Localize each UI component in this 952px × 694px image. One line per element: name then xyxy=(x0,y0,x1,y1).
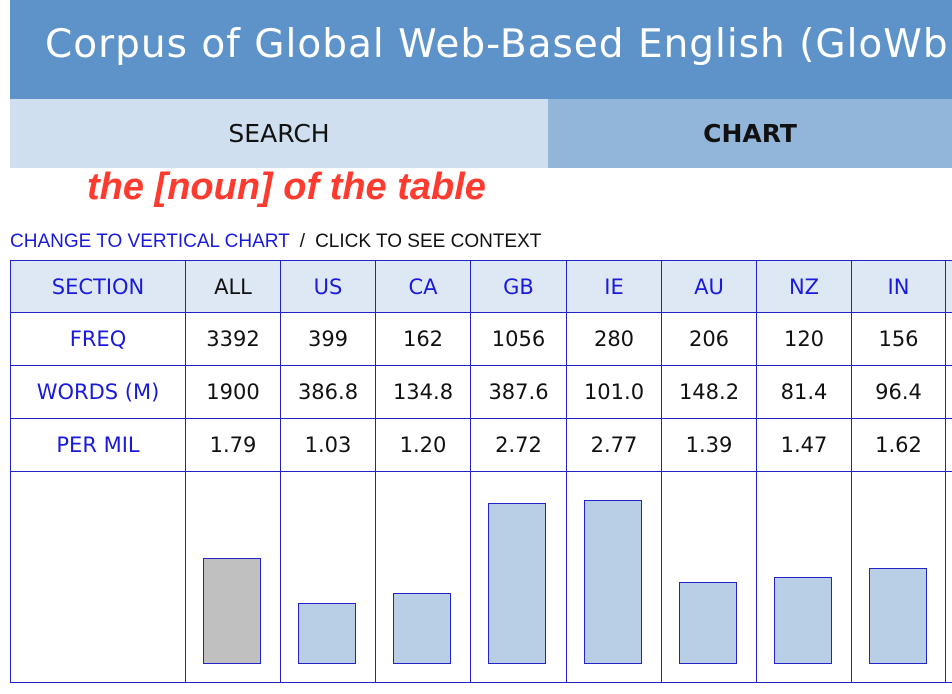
bar-cell-all xyxy=(185,471,281,683)
words-cell-nz: 81.4 xyxy=(756,365,852,419)
words-cell-overflow xyxy=(945,365,952,419)
permil-cell-ie: 2.77 xyxy=(566,418,662,472)
bar-cell-nz xyxy=(756,471,852,683)
section-cell-nz[interactable]: NZ xyxy=(756,260,852,313)
words-cell-ie: 101.0 xyxy=(566,365,662,419)
bar-label-cell xyxy=(10,471,186,683)
site-title[interactable]: Corpus of Global Web-Based English (GloW… xyxy=(45,22,952,67)
freq-cell-us[interactable]: 399 xyxy=(280,312,376,366)
freq-cell-ca[interactable]: 162 xyxy=(375,312,471,366)
see-context-link[interactable]: CLICK TO SEE CONTEXT xyxy=(315,231,541,252)
permil-cell-ca: 1.20 xyxy=(375,418,471,472)
bar-cell-in xyxy=(851,471,946,683)
permil-label: PER MIL xyxy=(10,418,186,472)
bar-nz[interactable] xyxy=(774,577,832,664)
query-text: the [noun] of the table xyxy=(87,166,486,208)
freq-cell-ie[interactable]: 280 xyxy=(566,312,662,366)
words-cell-all: 1900 xyxy=(185,365,281,419)
bar-row xyxy=(10,471,952,683)
permil-cell-au: 1.39 xyxy=(661,418,757,472)
freq-cell-in[interactable]: 156 xyxy=(851,312,946,366)
tab-chart[interactable]: CHART xyxy=(548,99,952,168)
bar-cell-au xyxy=(661,471,757,683)
words-cell-ca: 134.8 xyxy=(375,365,471,419)
freq-cell-overflow xyxy=(945,312,952,366)
change-vertical-link[interactable]: CHANGE TO VERTICAL CHART xyxy=(10,231,290,252)
bar-us[interactable] xyxy=(298,603,356,664)
section-cell-us[interactable]: US xyxy=(280,260,376,313)
freq-cell-all[interactable]: 3392 xyxy=(185,312,281,366)
bar-au[interactable] xyxy=(679,582,737,664)
frequency-table: SECTION ALL US CA GB IE AU NZ IN FREQ 33… xyxy=(10,260,952,683)
words-cell-in: 96.4 xyxy=(851,365,946,419)
permil-row: PER MIL 1.79 1.03 1.20 2.72 2.77 1.39 1.… xyxy=(10,418,952,472)
app-header: Corpus of Global Web-Based English (GloW… xyxy=(10,0,952,99)
bar-ca[interactable] xyxy=(393,593,451,664)
permil-cell-nz: 1.47 xyxy=(756,418,852,472)
bar-cell-gb xyxy=(470,471,567,683)
freq-cell-gb[interactable]: 1056 xyxy=(470,312,567,366)
section-label: SECTION xyxy=(10,260,186,313)
section-cell-in[interactable]: IN xyxy=(851,260,946,313)
bar-ie[interactable] xyxy=(584,500,642,664)
freq-cell-au[interactable]: 206 xyxy=(661,312,757,366)
section-row: SECTION ALL US CA GB IE AU NZ IN xyxy=(10,260,952,313)
bar-in[interactable] xyxy=(869,568,927,664)
link-separator: / xyxy=(299,231,306,252)
section-cell-overflow xyxy=(945,260,952,313)
words-label: WORDS (M) xyxy=(10,365,186,419)
bar-all[interactable] xyxy=(203,558,261,664)
words-cell-us: 386.8 xyxy=(280,365,376,419)
tab-search[interactable]: SEARCH xyxy=(10,99,548,168)
freq-row: FREQ 3392 399 162 1056 280 206 120 156 xyxy=(10,312,952,366)
words-row: WORDS (M) 1900 386.8 134.8 387.6 101.0 1… xyxy=(10,365,952,419)
permil-cell-gb: 2.72 xyxy=(470,418,567,472)
permil-cell-overflow xyxy=(945,418,952,472)
permil-cell-us: 1.03 xyxy=(280,418,376,472)
bar-cell-ca xyxy=(375,471,471,683)
words-cell-au: 148.2 xyxy=(661,365,757,419)
section-cell-gb[interactable]: GB xyxy=(470,260,567,313)
tab-bar: SEARCH CHART xyxy=(10,99,952,168)
chart-links: CHANGE TO VERTICAL CHART / CLICK TO SEE CO… xyxy=(10,231,541,253)
words-cell-gb: 387.6 xyxy=(470,365,567,419)
freq-cell-nz[interactable]: 120 xyxy=(756,312,852,366)
bar-cell-overflow xyxy=(945,471,952,683)
section-cell-au[interactable]: AU xyxy=(661,260,757,313)
bar-cell-us xyxy=(280,471,376,683)
bar-cell-ie xyxy=(566,471,662,683)
bar-gb[interactable] xyxy=(488,503,546,664)
section-cell-ca[interactable]: CA xyxy=(375,260,471,313)
permil-cell-in: 1.62 xyxy=(851,418,946,472)
freq-label: FREQ xyxy=(10,312,186,366)
section-cell-all[interactable]: ALL xyxy=(185,260,281,313)
section-cell-ie[interactable]: IE xyxy=(566,260,662,313)
permil-cell-all: 1.79 xyxy=(185,418,281,472)
